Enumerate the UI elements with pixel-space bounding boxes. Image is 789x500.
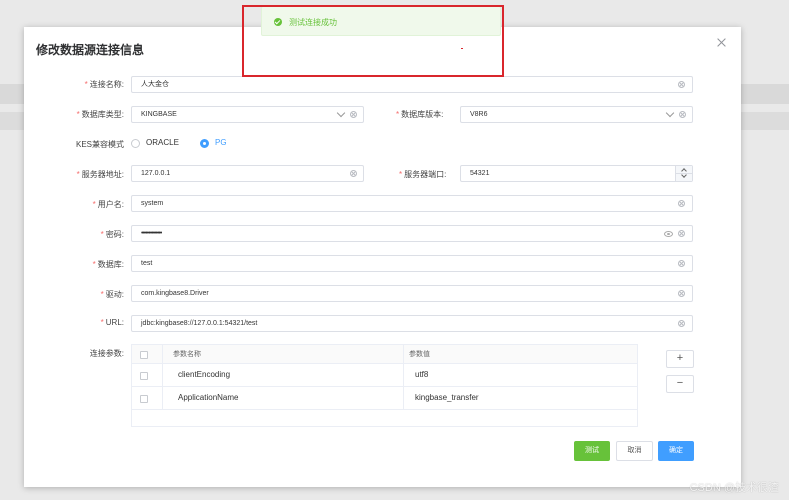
clear-icon[interactable] xyxy=(350,170,357,177)
host-input[interactable]: 127.0.0.1 xyxy=(131,165,364,182)
param-value-cell[interactable]: utf8 xyxy=(415,364,428,386)
username-label: * 用户名: xyxy=(92,200,124,209)
annotation-mark xyxy=(461,48,463,49)
port-stepper[interactable] xyxy=(675,166,692,181)
url-label: * URL: xyxy=(100,318,124,327)
driver-input[interactable]: com.kingbase8.Driver xyxy=(131,285,693,302)
chevron-down-icon xyxy=(336,108,346,118)
params-table: 参数名称 参数值 clientEncoding utf8 Application… xyxy=(131,344,638,427)
driver-label: * 驱动: xyxy=(100,290,124,299)
password-input[interactable]: •••••••••••••• xyxy=(131,225,693,242)
column-header-value: 参数值 xyxy=(409,351,430,358)
test-connection-button[interactable]: 测试 xyxy=(574,441,610,461)
radio-pg[interactable] xyxy=(200,139,209,148)
database-label: * 数据库: xyxy=(92,260,124,269)
username-input[interactable]: system xyxy=(131,195,693,212)
clear-icon[interactable] xyxy=(678,290,685,297)
select-all-checkbox[interactable] xyxy=(140,351,148,359)
clear-icon[interactable] xyxy=(678,230,685,237)
password-label: * 密码: xyxy=(100,230,124,239)
eye-icon[interactable] xyxy=(664,231,673,237)
watermark: CSDN @技术很渣 xyxy=(689,482,779,494)
connection-name-input[interactable]: 人大金仓 xyxy=(131,76,693,93)
clear-icon[interactable] xyxy=(678,260,685,267)
clear-icon[interactable] xyxy=(678,81,685,88)
radio-pg-label[interactable]: PG xyxy=(215,138,227,147)
clear-icon[interactable] xyxy=(678,320,685,327)
chevron-down-icon xyxy=(665,108,675,118)
remove-param-button[interactable]: − xyxy=(666,375,694,393)
clear-icon[interactable] xyxy=(679,111,686,118)
url-input[interactable]: jdbc:kingbase8://127.0.0.1:54321/test xyxy=(131,315,693,332)
param-name-cell[interactable]: clientEncoding xyxy=(178,364,230,386)
param-name-cell[interactable]: ApplicationName xyxy=(178,387,238,409)
db-type-label: * 数据库类型: xyxy=(76,110,124,119)
close-icon[interactable] xyxy=(717,38,727,48)
column-header-name: 参数名称 xyxy=(173,351,201,358)
host-label: * 服务器地址: xyxy=(76,170,124,179)
compat-mode-radio-group: ORACLE PG xyxy=(131,137,251,151)
row-checkbox[interactable] xyxy=(140,372,148,380)
db-type-select[interactable]: KINGBASE xyxy=(131,106,364,123)
cancel-button[interactable]: 取消 xyxy=(616,441,653,461)
confirm-button[interactable]: 确定 xyxy=(658,441,694,461)
db-version-label: * 数据库版本: xyxy=(396,110,444,119)
radio-oracle[interactable] xyxy=(131,139,140,148)
row-checkbox[interactable] xyxy=(140,395,148,403)
table-row[interactable]: clientEncoding utf8 xyxy=(132,364,637,387)
dialog-title: 修改数据源连接信息 xyxy=(36,43,145,57)
edit-datasource-dialog: 修改数据源连接信息 * 连接名称: 人大金仓 * 数据库类型: KINGBASE *… xyxy=(24,27,741,487)
compat-mode-label: KES兼容模式 xyxy=(75,140,124,149)
clear-icon[interactable] xyxy=(678,200,685,207)
add-param-button[interactable]: + xyxy=(666,350,694,368)
radio-oracle-label[interactable]: ORACLE xyxy=(146,138,179,147)
table-row[interactable]: ApplicationName kingbase_transfer xyxy=(132,387,637,410)
database-input[interactable]: test xyxy=(131,255,693,272)
port-input[interactable]: 54321 xyxy=(460,165,693,182)
annotation-highlight-box xyxy=(242,5,504,77)
table-header: 参数名称 参数值 xyxy=(132,345,637,364)
port-label: * 服务器端口: xyxy=(399,170,447,179)
name-label: * 连接名称: xyxy=(84,80,124,89)
clear-icon[interactable] xyxy=(350,111,357,118)
params-label: 连接参数: xyxy=(89,349,124,358)
param-value-cell[interactable]: kingbase_transfer xyxy=(415,387,479,409)
db-version-select[interactable]: V8R6 xyxy=(460,106,693,123)
